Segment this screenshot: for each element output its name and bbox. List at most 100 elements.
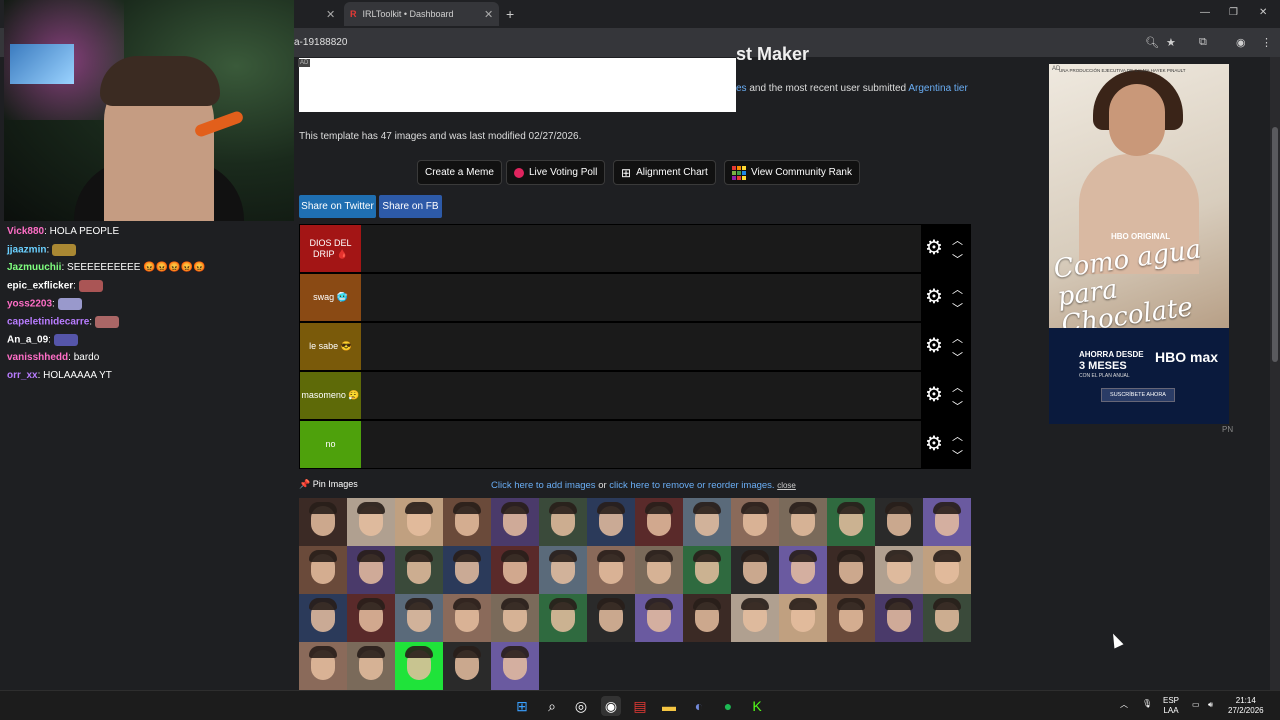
tier-image-thumbnail[interactable] — [923, 594, 971, 642]
chat-username[interactable]: yoss2203 — [7, 299, 52, 310]
live-voting-poll-button[interactable]: Live Voting Poll — [506, 160, 606, 185]
view-community-rank-button[interactable]: View Community Rank — [724, 160, 860, 185]
close-window-icon[interactable]: ✕ — [1259, 7, 1267, 18]
gear-icon[interactable]: ⚙ — [925, 287, 943, 307]
tier-image-thumbnail[interactable] — [875, 594, 923, 642]
zoom-icon[interactable]: 🔍︎ — [1145, 36, 1159, 49]
tier-image-thumbnail[interactable] — [683, 498, 731, 546]
minimize-icon[interactable]: — — [1200, 7, 1210, 18]
microphone-icon[interactable]: 🎙︎ — [1142, 699, 1152, 709]
menu-kebab-icon[interactable]: ⋮ — [1261, 36, 1272, 49]
restore-icon[interactable]: ❐ — [1229, 7, 1238, 18]
chat-username[interactable]: epic_exflicker — [7, 281, 73, 292]
chevron-down-icon[interactable]: ﹀ — [952, 349, 963, 365]
close-tab-icon[interactable]: ✕ — [326, 8, 335, 21]
tier-image-thumbnail[interactable] — [683, 546, 731, 594]
chrome-icon[interactable]: ◉ — [601, 696, 621, 716]
tier-image-thumbnail[interactable] — [539, 498, 587, 546]
chat-username[interactable]: An_a_09 — [7, 335, 48, 346]
tier-image-thumbnail[interactable] — [827, 498, 875, 546]
tier-image-thumbnail[interactable] — [491, 642, 539, 690]
tier-image-thumbnail[interactable] — [827, 594, 875, 642]
gear-icon[interactable]: ⚙ — [925, 385, 943, 405]
share-twitter-button[interactable]: Share on Twitter — [299, 195, 376, 218]
tier-image-thumbnail[interactable] — [539, 594, 587, 642]
tier-image-thumbnail[interactable] — [491, 594, 539, 642]
chevron-up-icon[interactable]: ︿ — [1120, 700, 1128, 710]
chat-username[interactable]: orr_xx — [7, 370, 38, 381]
browser-tab-irltoolkit[interactable]: R IRLToolkit • Dashboard ✕ — [344, 2, 499, 26]
side-ad-banner[interactable]: UNA PRODUCCIÓN EJECUTIVA DE SALMA HAYEK … — [1049, 64, 1229, 424]
tier-label[interactable]: swag 🥶 — [300, 274, 361, 321]
tier-image-thumbnail[interactable] — [347, 594, 395, 642]
clock[interactable]: 21:14 27/2/2026 — [1228, 696, 1264, 716]
tier-label[interactable]: no — [300, 421, 361, 468]
tier-image-thumbnail[interactable] — [443, 594, 491, 642]
tier-image-thumbnail[interactable] — [779, 594, 827, 642]
kick-icon[interactable]: K — [747, 696, 767, 716]
tier-image-thumbnail[interactable] — [779, 546, 827, 594]
gear-icon[interactable]: ⚙ — [925, 238, 943, 258]
tier-image-thumbnail[interactable] — [683, 594, 731, 642]
tier-image-thumbnail[interactable] — [443, 642, 491, 690]
add-images-link[interactable]: Click here to add images — [491, 480, 596, 491]
tier-image-thumbnail[interactable] — [443, 498, 491, 546]
tier-image-thumbnail[interactable] — [347, 546, 395, 594]
tier-image-thumbnail[interactable] — [875, 546, 923, 594]
tier-image-thumbnail[interactable] — [299, 642, 347, 690]
discord-icon[interactable]: ◐ — [689, 696, 709, 716]
tier-image-thumbnail[interactable] — [731, 498, 779, 546]
address-bar[interactable]: a-19188820 — [294, 37, 347, 48]
remove-reorder-link[interactable]: click here to remove or reorder images. — [609, 480, 774, 491]
volume-icon[interactable]: 🔊︎ — [1208, 700, 1213, 710]
bookmark-star-icon[interactable]: ★ — [1166, 36, 1176, 49]
tier-image-thumbnail[interactable] — [539, 546, 587, 594]
file-explorer-icon[interactable]: ▬ — [659, 696, 679, 716]
argentina-tier-link[interactable]: Argentina tier — [908, 83, 967, 94]
tier-image-thumbnail[interactable] — [635, 498, 683, 546]
close-link[interactable]: close — [777, 481, 796, 490]
top-ad-banner[interactable] — [299, 58, 736, 112]
pin-images-toggle[interactable]: 📌 Pin Images — [299, 479, 358, 490]
tier-image-thumbnail[interactable] — [923, 498, 971, 546]
tier-image-thumbnail[interactable] — [587, 546, 635, 594]
network-icon[interactable]: ▭ — [1192, 700, 1200, 710]
tier-image-thumbnail[interactable] — [395, 594, 443, 642]
tier-image-thumbnail[interactable] — [443, 546, 491, 594]
chevron-up-icon[interactable]: ︿ — [952, 232, 963, 248]
chevron-down-icon[interactable]: ﹀ — [952, 398, 963, 414]
spotify-icon[interactable]: ● — [718, 696, 738, 716]
page-scrollbar[interactable] — [1270, 57, 1280, 690]
gear-icon[interactable]: ⚙ — [925, 336, 943, 356]
profile-avatar[interactable]: ◉ — [1236, 36, 1246, 49]
obs-icon[interactable]: ◎ — [571, 696, 591, 716]
tier-image-thumbnail[interactable] — [395, 498, 443, 546]
scrollbar-thumb[interactable] — [1272, 127, 1278, 362]
chevron-up-icon[interactable]: ︿ — [952, 379, 963, 395]
chevron-up-icon[interactable]: ︿ — [952, 281, 963, 297]
tier-label[interactable]: le sabe 😎 — [300, 323, 361, 370]
chat-username[interactable]: vanisshhedd — [7, 352, 68, 363]
extensions-icon[interactable]: ⧉ — [1199, 36, 1207, 49]
language-indicator[interactable]: ESP LAA — [1163, 696, 1179, 716]
tier-image-thumbnail[interactable] — [395, 642, 443, 690]
gear-icon[interactable]: ⚙ — [925, 434, 943, 454]
alignment-chart-button[interactable]: ⊞ Alignment Chart — [613, 160, 716, 185]
chevron-down-icon[interactable]: ﹀ — [952, 251, 963, 267]
chevron-down-icon[interactable]: ﹀ — [952, 300, 963, 316]
chat-username[interactable]: jjaazmin — [7, 245, 46, 256]
chat-username[interactable]: Vick880 — [7, 226, 44, 237]
share-fb-button[interactable]: Share on FB — [379, 195, 442, 218]
tier-image-thumbnail[interactable] — [731, 594, 779, 642]
tier-image-thumbnail[interactable] — [347, 642, 395, 690]
tier-image-thumbnail[interactable] — [923, 546, 971, 594]
tier-image-thumbnail[interactable] — [299, 498, 347, 546]
chat-username[interactable]: capeletinidecarre — [7, 317, 89, 328]
tier-image-thumbnail[interactable] — [587, 594, 635, 642]
create-meme-button[interactable]: Create a Meme — [417, 160, 502, 185]
tier-image-thumbnail[interactable] — [299, 594, 347, 642]
tier-image-thumbnail[interactable] — [491, 498, 539, 546]
tier-image-thumbnail[interactable] — [395, 546, 443, 594]
subscribe-button[interactable]: SUSCRÍBETE AHORA — [1101, 388, 1175, 402]
chevron-down-icon[interactable]: ﹀ — [952, 447, 963, 463]
